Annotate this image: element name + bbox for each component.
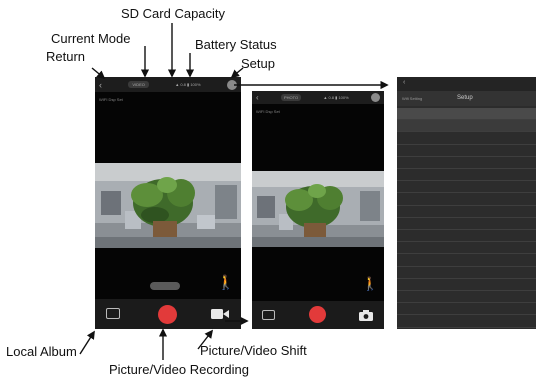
setup-row[interactable] [397, 303, 536, 316]
setup-row[interactable] [397, 120, 536, 133]
setup-screen: ‹ Wifi Setting Setup [397, 77, 536, 329]
record-button[interactable] [158, 305, 177, 324]
video-camera-icon[interactable] [211, 308, 229, 320]
setup-row[interactable] [397, 315, 536, 328]
setup-row[interactable] [397, 132, 536, 145]
live-preview [252, 171, 384, 247]
gear-icon[interactable] [370, 93, 380, 102]
current-mode-indicator: PHOTO [280, 94, 302, 101]
bottom-bar [95, 299, 241, 329]
bottom-bar [252, 301, 384, 329]
setup-row[interactable] [397, 267, 536, 279]
record-button[interactable] [309, 306, 326, 323]
phone-screen-video-mode: ‹ VIDEO ▲ 0.8 ▮ 100% WIFI Dsp Set 🚶 [95, 77, 241, 329]
label-battery-status: Battery Status [195, 37, 277, 52]
arrow-local-album [79, 330, 95, 355]
live-preview [95, 163, 241, 248]
setup-row[interactable] [397, 145, 536, 157]
label-return: Return [46, 49, 86, 64]
top-bar: ‹ VIDEO ▲ 0.8 ▮ 100% [95, 77, 241, 92]
label-picture-video-shift: Picture/Video Shift [200, 343, 307, 358]
album-icon[interactable] [106, 308, 120, 319]
setup-header: Wifi Setting Setup [397, 91, 536, 106]
setup-row[interactable] [397, 193, 536, 206]
setup-row[interactable] [397, 206, 536, 218]
camera-icon[interactable] [359, 310, 373, 321]
setup-row[interactable] [397, 157, 536, 169]
setup-row[interactable] [397, 230, 536, 243]
top-bar: ‹ PHOTO ▲ 0.8 ▮ 100% [252, 91, 384, 104]
setup-row[interactable] [397, 254, 536, 267]
setup-row[interactable] [397, 169, 536, 182]
album-icon[interactable] [262, 310, 275, 320]
phone-screen-photo-mode: ‹ PHOTO ▲ 0.8 ▮ 100% WIFI Dsp Set 🚶 [252, 91, 384, 329]
return-button[interactable]: ‹ [403, 79, 405, 86]
label-sd-card-capacity: SD Card Capacity [121, 6, 226, 21]
wifi-subtitle: WIFI Dsp Set [99, 97, 123, 102]
setup-row[interactable] [397, 242, 536, 255]
walking-person-icon: 🚶 [217, 275, 235, 291]
preview-image [252, 171, 384, 247]
preview-image [95, 163, 241, 248]
walking-person-icon: 🚶 [362, 277, 379, 292]
setup-row[interactable] [397, 279, 536, 291]
record-timer [150, 282, 180, 290]
return-button[interactable]: ‹ [99, 80, 102, 90]
setup-header-left: Wifi Setting [402, 96, 423, 101]
label-picture-video-recording: Picture/Video Recording [109, 362, 249, 377]
setup-row[interactable] [397, 181, 536, 194]
label-current-mode: Current Mode [51, 31, 131, 46]
label-setup: Setup [241, 56, 275, 71]
setup-row[interactable] [397, 108, 536, 121]
current-mode-indicator: VIDEO [128, 81, 149, 88]
sd-battery-status: ▲ 0.8 ▮ 100% [323, 95, 349, 100]
return-button[interactable]: ‹ [256, 93, 259, 102]
label-local-album: Local Album [6, 344, 77, 359]
sd-battery-status: ▲ 0.8 ▮ 100% [175, 82, 201, 87]
setup-top-bar: ‹ [397, 77, 536, 91]
gear-icon[interactable] [226, 79, 237, 90]
setup-row[interactable] [397, 291, 536, 304]
setup-title: Setup [457, 95, 473, 101]
wifi-subtitle: WIFI Dsp Set [256, 109, 280, 114]
setup-row[interactable] [397, 218, 536, 230]
